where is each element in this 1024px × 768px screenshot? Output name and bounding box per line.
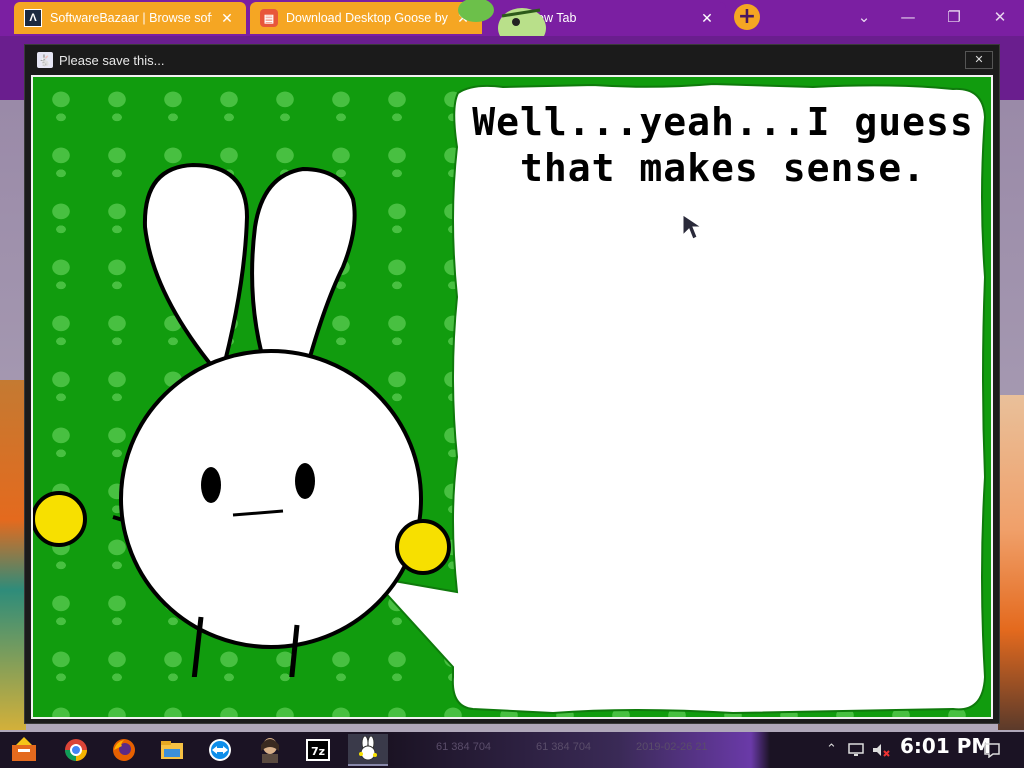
- minimize-button[interactable]: —: [886, 4, 930, 30]
- page-artwork-left: [0, 380, 26, 730]
- tab-title: SoftwareBazaar | Browse soft: [50, 11, 212, 25]
- popup-stage: Well...yeah...I guess that makes sense.: [31, 75, 993, 719]
- speech-line-2: that makes sense.: [520, 146, 926, 190]
- close-window-button[interactable]: ✕: [978, 4, 1022, 30]
- 7zip-icon[interactable]: 7z: [298, 734, 338, 766]
- svg-text:7z: 7z: [311, 745, 325, 758]
- bunny-app-icon: 🐇: [37, 52, 53, 68]
- popup-close-button[interactable]: ✕: [965, 51, 993, 69]
- taskbar-ghost-text: 61 384 704: [436, 741, 492, 753]
- popup-titlebar[interactable]: 🐇 Please save this... ✕: [25, 45, 999, 75]
- file-explorer-icon[interactable]: [152, 734, 192, 766]
- bunny-character: [33, 162, 451, 677]
- chrome-icon[interactable]: [56, 734, 96, 766]
- download-site-favicon-icon: ▤: [260, 9, 278, 27]
- taskbar-clock[interactable]: 6:01 PM: [900, 734, 991, 758]
- notification-icon[interactable]: [984, 736, 1000, 764]
- popup-title: Please save this...: [59, 52, 165, 68]
- page-artwork-right: [998, 395, 1024, 730]
- popup-window: 🐇 Please save this... ✕ Well...yeah...I …: [24, 44, 1000, 724]
- browser-tab-strip: Λ SoftwareBazaar | Browse soft ✕ ▤ Downl…: [0, 0, 1024, 44]
- tab-close-icon[interactable]: ✕: [220, 10, 234, 27]
- taskbar-ghost-text: 2019-02-26 21: [636, 741, 708, 753]
- tab-close-icon[interactable]: ✕: [700, 10, 714, 27]
- tab-desktop-goose[interactable]: ▤ Download Desktop Goose by s ✕: [250, 2, 482, 34]
- network-icon[interactable]: [848, 736, 864, 764]
- tab-softwarebazaar[interactable]: Λ SoftwareBazaar | Browse soft ✕: [14, 2, 246, 34]
- teamviewer-icon[interactable]: [200, 734, 240, 766]
- speech-line-1: Well...yeah...I guess: [472, 100, 974, 144]
- bunny-app-icon[interactable]: [348, 734, 388, 766]
- new-tab-button[interactable]: +: [734, 4, 760, 30]
- portrait-app-icon[interactable]: [250, 734, 290, 766]
- volume-muted-icon[interactable]: [872, 736, 890, 764]
- restore-button[interactable]: ❐: [932, 4, 976, 30]
- chevron-up-icon[interactable]: ⌃: [826, 736, 837, 764]
- softwarebazaar-favicon-icon: Λ: [24, 9, 42, 27]
- tab-title: Download Desktop Goose by s: [286, 11, 448, 25]
- taskbar: 7z: [0, 732, 1024, 768]
- mouse-cursor-icon: [682, 214, 703, 240]
- taskbar-ghost-text: 61 384 704: [536, 741, 592, 753]
- tab-search-chevron-icon[interactable]: ⌄: [842, 4, 886, 30]
- start-icon[interactable]: [8, 736, 40, 764]
- speech-text: Well...yeah...I guess that makes sense.: [453, 99, 991, 191]
- firefox-icon[interactable]: [104, 734, 144, 766]
